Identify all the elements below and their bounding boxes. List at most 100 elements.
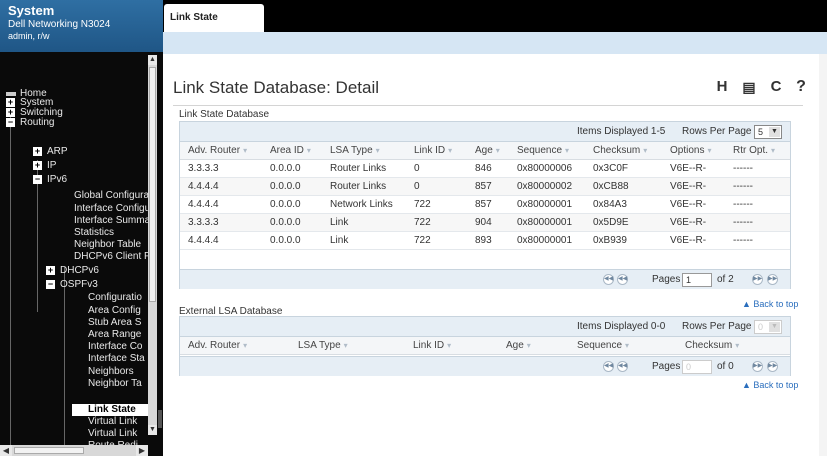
help-icon[interactable]: ? bbox=[790, 76, 812, 98]
expand-icon[interactable]: + bbox=[33, 161, 42, 170]
page-input[interactable]: 1 bbox=[682, 273, 712, 287]
table-row[interactable]: 4.4.4.4 0.0.0.0 Link 722 893 0x80000001 0xB939… bbox=[180, 232, 790, 250]
prev-page-icon[interactable]: ◀◀ bbox=[617, 361, 628, 372]
collapse-icon[interactable]: − bbox=[6, 118, 15, 127]
scroll-down-icon[interactable]: ▼ bbox=[148, 425, 157, 435]
back-to-top-link[interactable]: ▲ Back to top bbox=[742, 380, 798, 390]
page-title: Link State Database: Detail bbox=[173, 78, 380, 97]
nav-item[interactable]: Interface Sta bbox=[88, 353, 148, 365]
column-header[interactable]: Adv. Router ▾ bbox=[188, 337, 247, 355]
column-header[interactable]: Options ▾ bbox=[670, 142, 711, 160]
save-icon[interactable]: H bbox=[711, 76, 733, 98]
sort-icon[interactable]: ▾ bbox=[643, 146, 647, 155]
next-page-icon[interactable]: ▶▶ bbox=[752, 361, 763, 372]
collapse-icon[interactable]: − bbox=[33, 175, 42, 184]
sort-icon[interactable]: ▾ bbox=[344, 341, 348, 350]
column-header[interactable]: LSA Type ▾ bbox=[298, 337, 348, 355]
tab-link-state-database[interactable]: Link State Database bbox=[164, 4, 264, 51]
column-header[interactable]: Checksum ▾ bbox=[685, 337, 739, 355]
sort-icon[interactable]: ▾ bbox=[707, 146, 711, 155]
sort-icon[interactable]: ▾ bbox=[243, 341, 247, 350]
next-page-icon[interactable]: ▶▶ bbox=[752, 274, 763, 285]
content-scrollbar[interactable] bbox=[819, 54, 827, 456]
sort-icon[interactable]: ▾ bbox=[771, 146, 775, 155]
table-cell: 722 bbox=[414, 217, 431, 228]
sort-icon[interactable]: ▾ bbox=[527, 341, 531, 350]
nav-vertical-scrollbar[interactable]: ▲ ▼ bbox=[148, 55, 157, 435]
lsdb-header-row: Adv. Router ▾ Area ID ▾ LSA Type ▾ Link ID ▾ Age… bbox=[180, 142, 790, 160]
first-page-icon[interactable]: ◀◀ bbox=[603, 361, 614, 372]
column-header[interactable]: Sequence ▾ bbox=[577, 337, 629, 355]
table-row[interactable]: 3.3.3.3 0.0.0.0 Router Links 0 846 0x80000006… bbox=[180, 160, 790, 178]
table-row[interactable]: 4.4.4.4 0.0.0.0 Network Links 722 857 0x80000… bbox=[180, 196, 790, 214]
nav-item[interactable]: Link State bbox=[88, 404, 148, 416]
table-row[interactable]: 4.4.4.4 0.0.0.0 Router Links 0 857 0x80000002… bbox=[180, 178, 790, 196]
column-header[interactable]: LSA Type ▾ bbox=[330, 142, 380, 160]
nav-item[interactable]: Neighbor Ta bbox=[88, 378, 148, 390]
expand-icon[interactable]: + bbox=[33, 147, 42, 156]
expand-icon[interactable]: + bbox=[6, 108, 15, 117]
page-input[interactable]: 0 bbox=[682, 360, 712, 374]
nav-item[interactable]: Neighbors bbox=[88, 366, 148, 378]
scroll-thumb[interactable] bbox=[149, 67, 156, 302]
scroll-left-icon[interactable]: ◀ bbox=[0, 445, 12, 456]
column-header[interactable]: Age ▾ bbox=[506, 337, 531, 355]
last-page-icon[interactable]: ▶▶ bbox=[767, 274, 778, 285]
nav-item[interactable]: Interface Summa bbox=[74, 215, 148, 227]
scroll-thumb[interactable] bbox=[14, 447, 84, 454]
nav-item[interactable]: Virtual Link bbox=[88, 416, 148, 428]
print-icon[interactable]: ▤ bbox=[738, 76, 760, 98]
panel-splitter[interactable] bbox=[158, 410, 162, 428]
scroll-up-icon[interactable]: ▲ bbox=[148, 55, 157, 65]
column-header[interactable]: Area ID ▾ bbox=[270, 142, 311, 160]
table-cell: 4.4.4.4 bbox=[188, 181, 219, 192]
nav-item[interactable]: Area Config bbox=[88, 305, 148, 317]
rows-per-page-select[interactable]: 5 ▼ bbox=[754, 125, 782, 139]
nav-item[interactable]: Routing bbox=[20, 117, 148, 129]
sort-icon[interactable]: ▾ bbox=[447, 341, 451, 350]
nav-item[interactable]: Statistics bbox=[74, 227, 148, 239]
nav-item[interactable]: DHCPv6 Client P bbox=[74, 251, 148, 263]
nav-item[interactable]: DHCPv6 bbox=[60, 265, 148, 277]
sort-icon[interactable]: ▾ bbox=[243, 146, 247, 155]
nav-item[interactable]: Virtual Link bbox=[88, 428, 148, 440]
column-header[interactable]: Rtr Opt. ▾ bbox=[733, 142, 775, 160]
nav-item[interactable]: Interface Configu bbox=[74, 203, 148, 215]
nav-item[interactable]: Stub Area S bbox=[88, 317, 148, 329]
nav-item[interactable]: Interface Co bbox=[88, 341, 148, 353]
last-page-icon[interactable]: ▶▶ bbox=[767, 361, 778, 372]
sort-icon[interactable]: ▾ bbox=[735, 341, 739, 350]
nav-item[interactable]: Neighbor Table bbox=[74, 239, 148, 251]
column-header-label: Checksum bbox=[593, 145, 641, 156]
nav-item[interactable]: OSPFv3 bbox=[60, 279, 148, 291]
first-page-icon[interactable]: ◀◀ bbox=[603, 274, 614, 285]
expand-icon[interactable]: + bbox=[6, 98, 15, 107]
sort-icon[interactable]: ▾ bbox=[307, 146, 311, 155]
sort-icon[interactable]: ▾ bbox=[496, 146, 500, 155]
column-header[interactable]: Age ▾ bbox=[475, 142, 500, 160]
column-header[interactable]: Sequence ▾ bbox=[517, 142, 569, 160]
nav-item[interactable]: IPv6 bbox=[47, 174, 148, 186]
rows-per-page-select[interactable]: 0 ▼ bbox=[754, 320, 782, 334]
column-header[interactable]: Link ID ▾ bbox=[413, 337, 451, 355]
sort-icon[interactable]: ▾ bbox=[448, 146, 452, 155]
column-header[interactable]: Link ID ▾ bbox=[414, 142, 452, 160]
table-row[interactable]: 3.3.3.3 0.0.0.0 Link 722 904 0x80000001 0x5D9E… bbox=[180, 214, 790, 232]
nav-item[interactable]: ARP bbox=[47, 146, 148, 158]
column-header[interactable]: Checksum ▾ bbox=[593, 142, 647, 160]
prev-page-icon[interactable]: ◀◀ bbox=[617, 274, 628, 285]
nav-item[interactable]: Configuratio bbox=[88, 292, 148, 304]
nav-item[interactable]: Area Range bbox=[88, 329, 148, 341]
scroll-right-icon[interactable]: ▶ bbox=[136, 445, 148, 456]
sort-icon[interactable]: ▾ bbox=[376, 146, 380, 155]
column-header[interactable]: Adv. Router ▾ bbox=[188, 142, 247, 160]
sort-icon[interactable]: ▾ bbox=[625, 341, 629, 350]
nav-item[interactable]: IP bbox=[47, 160, 148, 172]
collapse-icon[interactable]: − bbox=[46, 280, 55, 289]
nav-item[interactable]: Global Configura bbox=[74, 190, 148, 202]
nav-horizontal-scrollbar[interactable]: ◀ ▶ bbox=[0, 445, 148, 456]
expand-icon[interactable]: + bbox=[46, 266, 55, 275]
refresh-icon[interactable]: C bbox=[765, 76, 787, 98]
back-to-top-link[interactable]: ▲ Back to top bbox=[742, 299, 798, 309]
sort-icon[interactable]: ▾ bbox=[565, 146, 569, 155]
